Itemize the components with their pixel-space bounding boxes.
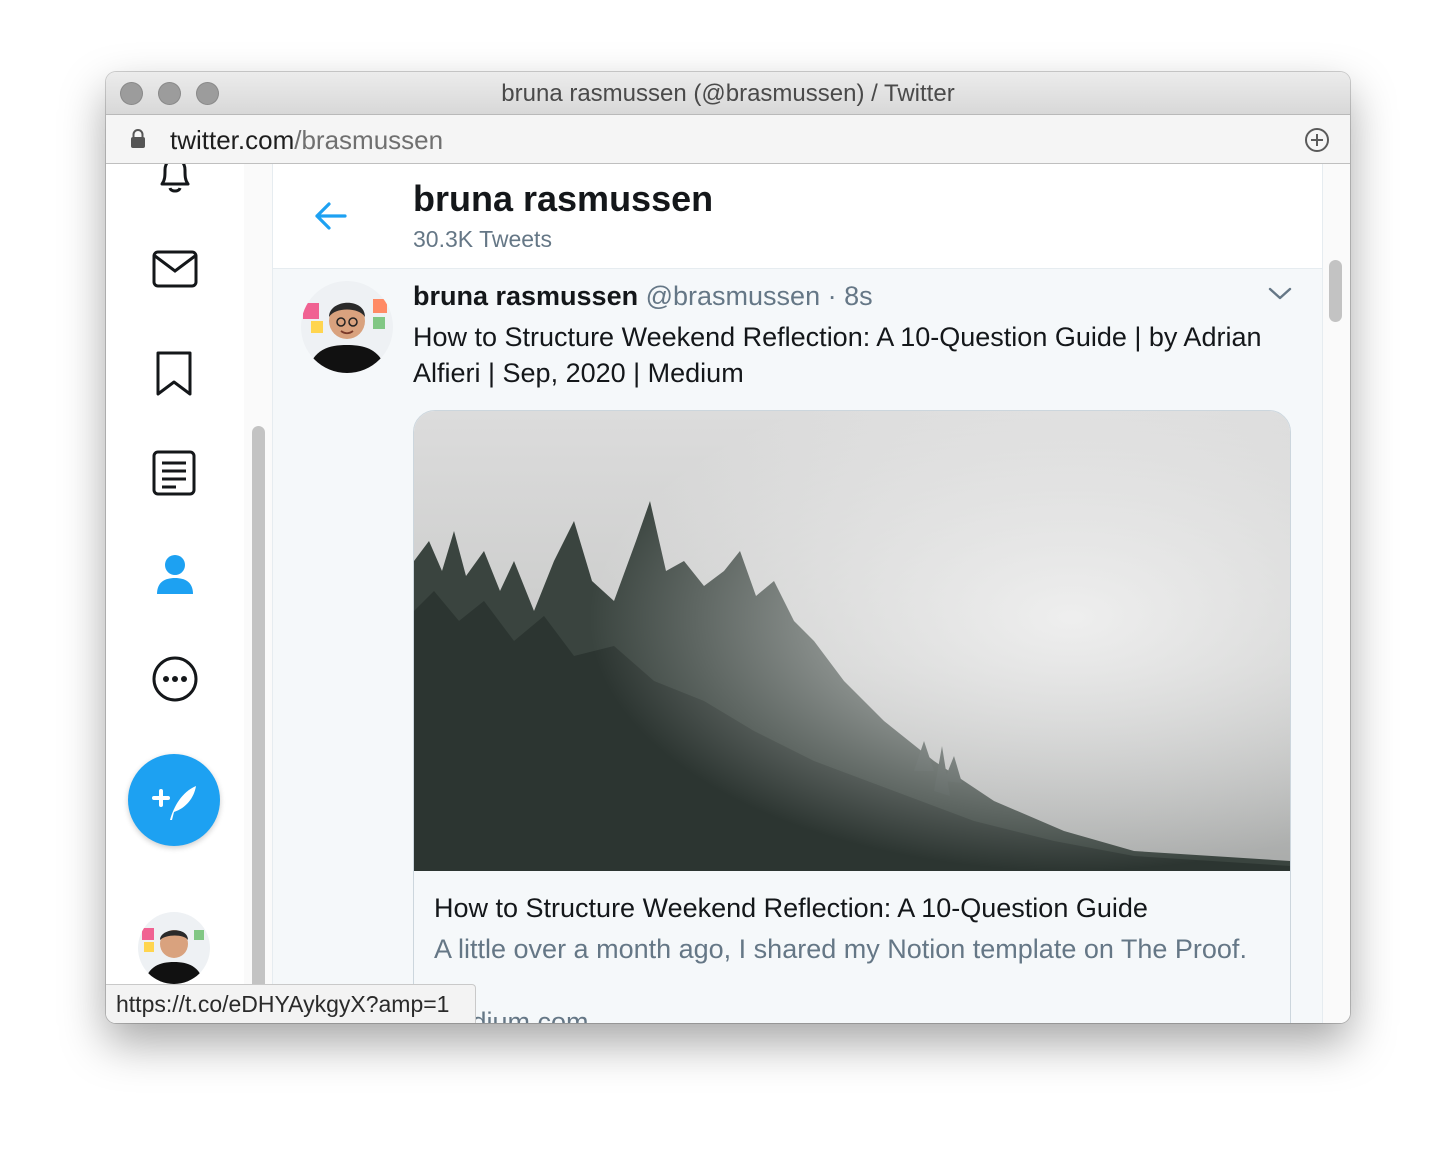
card-image[interactable] [414, 411, 1290, 871]
chevron-down-icon[interactable] [1267, 285, 1293, 308]
url-text[interactable]: twitter.com/brasmussen [170, 125, 443, 156]
url-domain: twitter.com [170, 125, 295, 155]
sidebar-nav [106, 164, 245, 1023]
card-description: A little over a month ago, I shared my N… [434, 934, 1247, 964]
main-scroll-thumb[interactable] [1329, 260, 1342, 322]
tweet-header: bruna rasmussen @brasmussen · 8s [413, 281, 873, 312]
address-bar[interactable]: twitter.com/brasmussen [106, 115, 1350, 164]
tweet-count: 30.3K Tweets [413, 226, 552, 252]
url-path: /brasmussen [294, 125, 444, 155]
tweet-handle[interactable]: @brasmussen [646, 281, 820, 311]
plus-circle-icon[interactable] [1304, 127, 1330, 158]
card-title: How to Structure Weekend Reflection: A 1… [434, 893, 1148, 923]
sidebar-scroll-thumb[interactable] [252, 426, 265, 1006]
list-icon[interactable] [150, 448, 200, 503]
browser-window: bruna rasmussen (@brasmussen) / Twitter … [106, 72, 1350, 1023]
main-scrollbar[interactable] [1323, 164, 1350, 1023]
account-avatar[interactable] [138, 912, 210, 984]
tweet-separator: · [827, 281, 837, 311]
lock-icon [130, 129, 146, 154]
window-title: bruna rasmussen (@brasmussen) / Twitter [501, 80, 955, 107]
tweet-text: How to Structure Weekend Reflection: A 1… [413, 322, 1262, 388]
tweet-timestamp[interactable]: 8s [844, 281, 873, 311]
bookmark-icon[interactable] [150, 348, 200, 403]
compose-feather-icon [152, 786, 196, 820]
tweet-author-name[interactable]: bruna rasmussen [413, 281, 638, 311]
profile-name: bruna rasmussen [413, 178, 714, 219]
title-bar: bruna rasmussen (@brasmussen) / Twitter [106, 72, 1350, 115]
sidebar-scrollbar[interactable] [244, 164, 273, 1023]
status-bar-url: https://t.co/eDHYAykgyX?amp=1 [106, 984, 476, 1023]
bell-icon[interactable] [150, 164, 200, 205]
back-arrow-icon[interactable] [313, 198, 349, 239]
mail-icon[interactable] [150, 244, 200, 299]
tweet-item[interactable]: bruna rasmussen @brasmussen · 8s How to … [273, 269, 1322, 1023]
profile-header: bruna rasmussen 30.3K Tweets [273, 164, 1322, 269]
avatar[interactable] [301, 281, 393, 373]
profile-icon[interactable] [150, 550, 200, 605]
link-card[interactable]: How to Structure Weekend Reflection: A 1… [413, 410, 1291, 1023]
more-icon[interactable] [150, 654, 200, 709]
main-column: bruna rasmussen 30.3K Tweets bruna rasmu… [273, 164, 1323, 1023]
compose-tweet-button[interactable] [128, 754, 220, 846]
